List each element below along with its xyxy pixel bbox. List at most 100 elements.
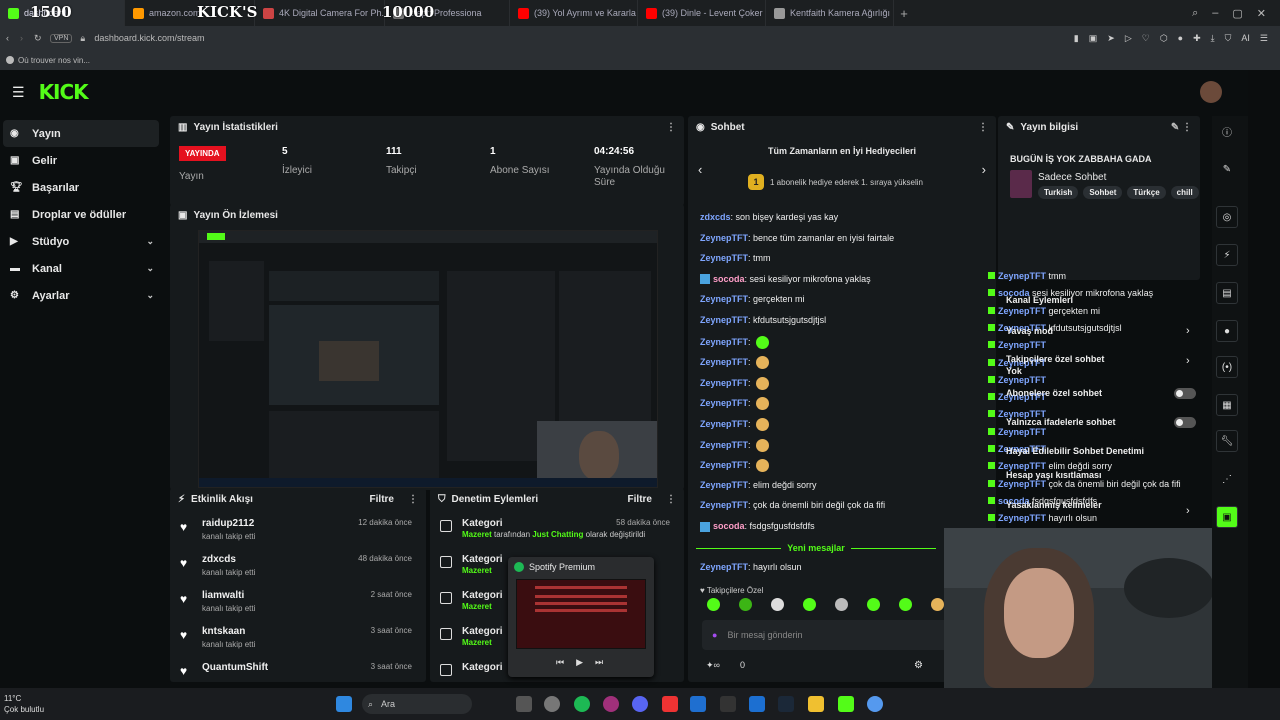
discord-icon[interactable] (632, 696, 648, 712)
next-track-icon[interactable]: ⏭ (595, 657, 603, 668)
share-icon[interactable]: ⋰ (1216, 468, 1238, 490)
sidebar-item[interactable]: ▣ Gelir (0, 147, 168, 174)
new-tab-icon[interactable]: + (894, 6, 914, 21)
emote-icon[interactable] (899, 598, 912, 611)
chat-username[interactable]: ZeynepTFT (700, 460, 748, 470)
emote-icon[interactable] (931, 598, 944, 611)
tab-camera[interactable]: 4K Digital Camera For Ph... (255, 0, 385, 26)
chat-setting-item[interactable]: Yok (1006, 366, 1022, 376)
chat-username[interactable]: ZeynepTFT (700, 253, 748, 263)
bookmark-icon[interactable]: ▮ (1074, 33, 1079, 44)
windows-start-icon[interactable] (336, 696, 352, 712)
microphone-icon[interactable]: ● (712, 630, 717, 640)
emote-icon[interactable] (835, 598, 848, 611)
maximize-icon[interactable]: ▢ (1232, 7, 1242, 20)
profile-icon[interactable]: ● (1178, 33, 1183, 44)
emote-icon[interactable] (756, 335, 770, 349)
settings-icon[interactable] (867, 696, 883, 712)
edit-icon[interactable]: ✎ ⋮ (1171, 122, 1192, 133)
chat-username[interactable]: ZeynepTFT (700, 500, 748, 510)
subscribers-only-toggle[interactable] (1174, 388, 1196, 399)
tag-pill[interactable]: Türkçe (1127, 186, 1166, 199)
tab-kentfaith[interactable]: Kentfaith Kamera Ağırlığı (766, 0, 894, 26)
chevron-down-icon[interactable]: ⌄ (146, 236, 154, 247)
chevron-right-icon[interactable]: › (1186, 355, 1190, 367)
sidebar-item[interactable]: ▤ Droplar ve ödüller (0, 201, 168, 228)
filter-button[interactable]: Filtre (628, 494, 652, 505)
chat-username[interactable]: ZeynepTFT (700, 357, 748, 367)
emote-icon[interactable] (756, 418, 770, 431)
chevron-down-icon[interactable]: ⌄ (146, 290, 154, 301)
sidebar-item[interactable]: ▶ Stüdyo ⌄ (0, 228, 168, 255)
prev-arrow-icon[interactable]: ‹ (698, 162, 702, 177)
sidebar-item[interactable]: 🏆︎ Başarılar (0, 174, 168, 201)
previous-track-icon[interactable]: ⏮ (556, 657, 564, 668)
taskbar-search[interactable]: ⌕ Ara (362, 694, 472, 714)
chat-username[interactable]: ZeynepTFT (700, 233, 748, 243)
tag-pill[interactable]: Sohbet (1083, 186, 1123, 199)
activity-username[interactable]: zdxcds (202, 554, 236, 565)
wallet-icon[interactable]: ⛉ (1225, 33, 1232, 44)
emote-icon[interactable] (803, 598, 816, 611)
tab-youtube-1[interactable]: (39) Yol Ayrımı ve Kararla (510, 0, 638, 26)
menu-icon[interactable]: ☰ (1260, 33, 1268, 44)
chat-username[interactable]: ZeynepTFT (700, 294, 748, 304)
chevron-right-icon[interactable]: › (1186, 325, 1190, 337)
reload-icon[interactable]: ↻ (34, 33, 50, 44)
chat-setting-item[interactable]: Hayal Edilebilir Sohbet Denetimi (1006, 446, 1144, 456)
avatar[interactable] (1200, 81, 1222, 103)
sidebar-item[interactable]: ◉ Yayın (3, 120, 159, 147)
chat-username[interactable]: socoda (713, 521, 745, 531)
mail-icon[interactable] (749, 696, 765, 712)
emote-icon[interactable] (707, 598, 720, 611)
ai-icon[interactable]: AI (1241, 33, 1250, 44)
activity-username[interactable]: liamwalti (202, 590, 244, 601)
steam-icon[interactable] (778, 696, 794, 712)
play-icon[interactable]: ▶ (576, 657, 583, 668)
notes-icon[interactable] (808, 696, 824, 712)
chat-username[interactable]: socoda (713, 274, 745, 284)
chat-setting-item[interactable]: Abonelere özel sohbet (1006, 388, 1102, 398)
clipboard-icon[interactable]: ▤ (1216, 282, 1238, 304)
kick-app-icon[interactable] (838, 696, 854, 712)
sidebar-item[interactable]: ⚙ Ayarlar ⌄ (0, 282, 168, 309)
tag-pill[interactable]: chill (1170, 186, 1199, 199)
gear-icon[interactable]: ⚙ (914, 660, 923, 671)
obs-icon[interactable] (544, 696, 560, 712)
close-icon[interactable]: ✕ (1257, 7, 1266, 20)
stream-preview-video[interactable] (198, 230, 658, 488)
spotify-popup[interactable]: Spotify Premium ⏮ ▶ ⏭ (508, 557, 654, 677)
chat-setting-item[interactable]: Yalnızca ifadelerle sohbet (1006, 417, 1116, 427)
activity-username[interactable]: kntskaan (202, 626, 245, 637)
store-icon[interactable] (690, 696, 706, 712)
camera-icon[interactable]: ◎ (1216, 206, 1238, 228)
chat-username[interactable]: zdxcds (700, 212, 731, 222)
chat-username[interactable]: ZeynepTFT (700, 480, 748, 490)
mod-action-user[interactable]: Mazeret (462, 566, 492, 575)
chat-setting-item[interactable]: Hesap yaşı kısıtlaması (1006, 470, 1102, 480)
chat-username[interactable]: ZeynepTFT (700, 439, 748, 449)
mod-action-user[interactable]: Mazeret (462, 602, 492, 611)
chevron-right-icon[interactable]: › (1186, 505, 1190, 517)
puzzle-icon[interactable]: ✚ (1193, 33, 1201, 44)
url-field[interactable]: dashboard.kick.com/stream (94, 33, 204, 43)
screenshot-icon[interactable]: ▣ (1089, 33, 1098, 44)
emote-icon[interactable] (756, 356, 770, 370)
chat-username[interactable]: ZeynepTFT (700, 336, 748, 346)
chat-bubble-icon[interactable]: ● (1216, 320, 1238, 342)
weather-widget[interactable]: 11°C Çok bulutlu (4, 693, 44, 715)
clip-icon[interactable]: ▣ (1216, 506, 1238, 528)
chat-setting-item[interactable]: Yasaklanmış kelimeler (1006, 500, 1102, 510)
emote-icon[interactable] (867, 598, 880, 611)
next-arrow-icon[interactable]: › (982, 162, 986, 177)
more-options-icon[interactable]: ⋮ (666, 494, 676, 505)
pencil-icon[interactable]: ✎ (1216, 158, 1238, 180)
activity-username[interactable]: QuantumShift (202, 662, 268, 673)
hamburger-menu-icon[interactable]: ☰ (12, 84, 25, 101)
kick-logo[interactable]: KICK (39, 80, 89, 104)
tab-youtube-2[interactable]: (39) Dinle - Levent Çoker (638, 0, 766, 26)
tag-pill[interactable]: Turkish (1038, 186, 1079, 199)
chat-input[interactable]: ● Bir mesaj gönderin (702, 620, 962, 650)
emote-icon[interactable] (756, 438, 770, 452)
new-messages-divider[interactable]: Yeni mesajlar (696, 542, 937, 554)
